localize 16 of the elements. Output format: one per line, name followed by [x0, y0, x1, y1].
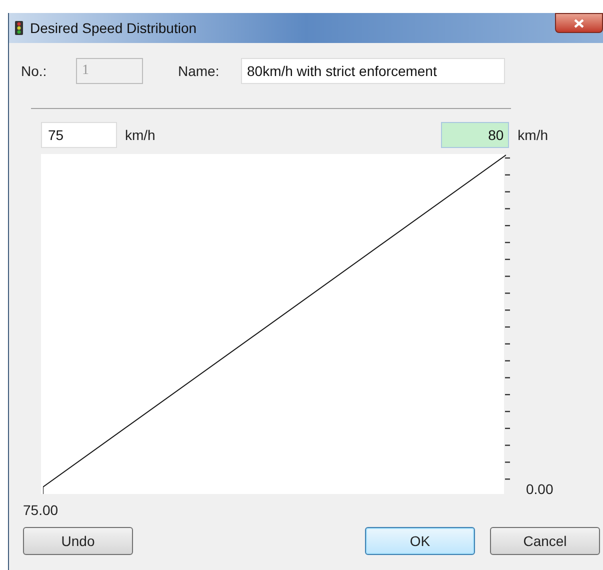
dialog-button[interactable]: Undo [23, 527, 133, 555]
unit-label: km/h [125, 126, 156, 144]
close-button[interactable] [555, 13, 603, 33]
window-title: Desired Speed Distribution [30, 18, 197, 38]
dialog-button[interactable]: Cancel [490, 527, 600, 555]
close-icon [574, 18, 584, 28]
name-label: Name: [178, 62, 220, 80]
traffic-light-icon [15, 21, 23, 35]
max-speed-field[interactable]: 80 [440, 122, 509, 148]
unit-label: km/h [518, 126, 548, 144]
axis-label: 75.00 [23, 501, 58, 520]
name-field[interactable]: 80km/h with strict enforcement [241, 58, 505, 84]
number-label: No.: [21, 62, 48, 80]
min-speed-field[interactable]: 75 [41, 122, 117, 148]
ok-button[interactable]: OK [365, 527, 475, 555]
axis-label: 0.00 [526, 480, 554, 499]
